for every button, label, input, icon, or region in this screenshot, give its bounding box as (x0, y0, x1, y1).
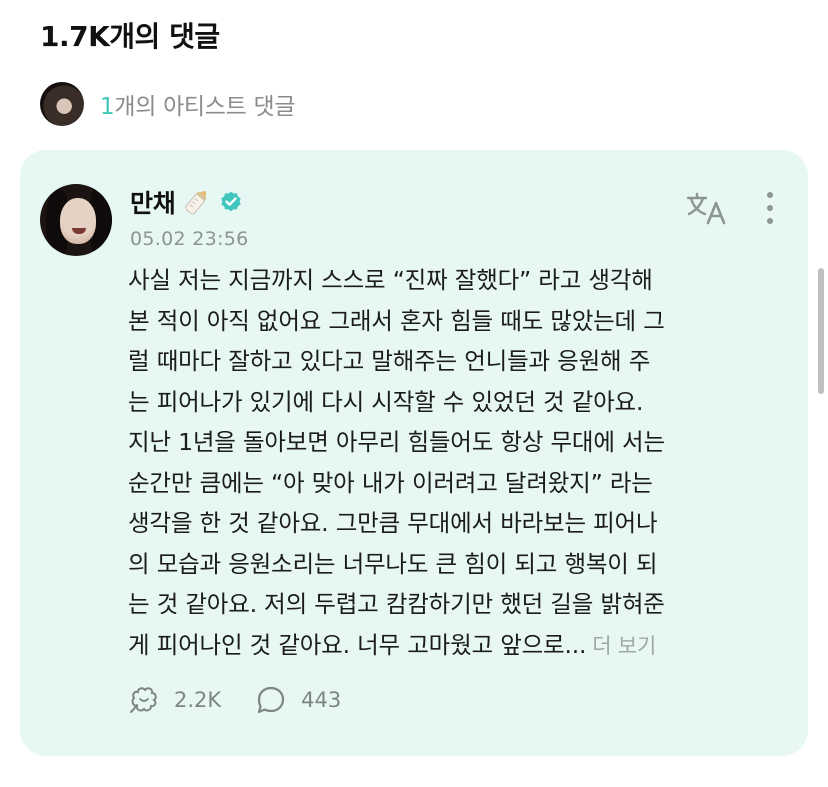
comment-line: 사실 저는 지금까지 스스로 “진짜 잘했다” 라고 생각해 (128, 266, 653, 294)
verified-check-icon (219, 190, 243, 214)
comment-text: 사실 저는 지금까지 스스로 “진짜 잘했다” 라고 생각해 본 적이 아직 없… (128, 260, 768, 666)
like-count: 2.2K (174, 688, 222, 712)
author-row: 만채 (130, 186, 243, 218)
scrollbar[interactable] (818, 268, 824, 394)
comment-line-last: 게 피어나인 것 같아요. 너무 고마웠고 앞으로... 더 보기 (128, 625, 768, 667)
speech-bubble-icon (258, 686, 285, 714)
artist-avatar (40, 82, 84, 126)
reply-button[interactable]: 443 (255, 684, 341, 716)
author-avatar[interactable] (40, 184, 112, 256)
comment-line: 의 모습과 응원소리는 너무나도 큰 힘이 되고 행복이 되 (128, 549, 658, 578)
comments-page: 1.7K개의 댓글 1개의 아티스트 댓글 만채 05.02 23:56 사실 … (0, 0, 828, 787)
see-more-link[interactable]: 더 보기 (592, 634, 656, 658)
like-icon (130, 687, 157, 713)
comment-line-text: 게 피어나인 것 같아요. 너무 고마웠고 앞으로... (128, 630, 587, 659)
artist-comments-text: 개의 아티스트 댓글 (114, 94, 296, 120)
artist-comments-label: 1개의 아티스트 댓글 (100, 87, 296, 121)
more-vertical-icon[interactable] (764, 190, 776, 226)
comment-line: 순간만 큼에는 “아 맞아 내가 이러려고 달려왔지” 라는 (128, 468, 653, 497)
comment-line: 본 적이 아직 없어요 그래서 혼자 힘들 때도 많았는데 그 (128, 306, 665, 335)
reaction-bar: 2.2K 443 (128, 684, 341, 716)
like-button[interactable]: 2.2K (128, 684, 221, 716)
comment-line: 럴 때마다 잘하고 있다고 말해주는 언니들과 응원해 주 (128, 347, 651, 375)
author-name[interactable]: 만채 (130, 184, 176, 220)
comment-line: 생각을 한 것 같아요. 그만큼 무대에서 바라보는 피어나 (128, 509, 658, 537)
artist-comment-count: 1 (100, 94, 115, 120)
artist-comment-card: 만채 05.02 23:56 사실 저는 지금까지 스스로 “진짜 잘했다” 라… (20, 150, 808, 756)
artist-comments-link[interactable]: 1개의 아티스트 댓글 (40, 82, 296, 126)
baby-bottle-icon (179, 185, 213, 219)
comments-count-title: 1.7K개의 댓글 (40, 20, 220, 53)
comment-line: 지난 1년을 돌아보면 아무리 힘들어도 항상 무대에 서는 (128, 428, 665, 456)
comment-timestamp: 05.02 23:56 (130, 228, 249, 250)
reply-count: 443 (301, 688, 342, 712)
translate-icon[interactable] (686, 192, 728, 226)
comment-line: 는 피어나가 있기에 다시 시작할 수 있었던 것 같아요. (128, 387, 644, 416)
comment-line: 는 것 같아요. 저의 두렵고 캄캄하기만 했던 길을 밝혀준 (128, 590, 665, 618)
